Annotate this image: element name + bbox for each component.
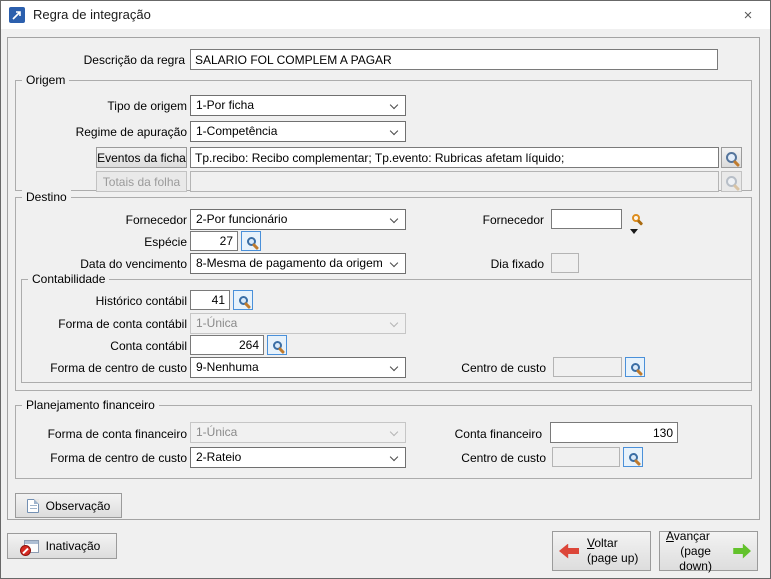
payslip-events-button[interactable]: Eventos da ficha bbox=[96, 147, 187, 168]
payroll-totals-search-button bbox=[721, 171, 742, 192]
chevron-down-icon bbox=[390, 428, 398, 436]
financial-cost-center-input bbox=[552, 447, 620, 467]
financial-account-mode-combobox: 1-Única bbox=[190, 422, 406, 443]
inactivation-icon bbox=[24, 540, 39, 553]
titlebar: Regra de integração × bbox=[1, 1, 770, 29]
origin-type-label: Tipo de origem bbox=[1, 98, 187, 114]
document-icon bbox=[27, 499, 39, 513]
inactivation-button[interactable]: Inativação bbox=[7, 533, 117, 559]
fixed-day-input bbox=[551, 253, 579, 273]
search-icon bbox=[273, 341, 282, 350]
chevron-down-icon bbox=[390, 215, 398, 223]
supplier-code-input[interactable] bbox=[551, 209, 622, 229]
payroll-totals-button: Totais da folha bbox=[96, 171, 187, 192]
account-mode-value: 1-Única bbox=[196, 316, 237, 330]
supplier-mode-label: Fornecedor bbox=[1, 212, 187, 228]
payslip-events-button-label: Eventos da ficha bbox=[97, 151, 186, 165]
financial-account-input[interactable] bbox=[550, 422, 678, 443]
financial-account-mode-value: 1-Única bbox=[196, 425, 237, 439]
cost-center-lookup-button[interactable] bbox=[625, 357, 645, 377]
cost-center-input bbox=[553, 357, 622, 377]
accounting-group-title: Contabilidade bbox=[28, 272, 109, 287]
supplier-lookup-button[interactable] bbox=[627, 209, 645, 227]
window-title: Regra de integração bbox=[33, 7, 151, 22]
search-icon bbox=[247, 237, 256, 246]
origin-type-value: 1-Por ficha bbox=[196, 98, 254, 112]
cost-center-mode-label: Forma de centro de custo bbox=[1, 360, 187, 376]
close-button[interactable]: × bbox=[734, 4, 762, 27]
back-button-label: Voltar bbox=[587, 536, 618, 551]
integration-rule-dialog: Regra de integração × Descrição da regra… bbox=[0, 0, 771, 579]
calc-regime-value: 1-Competência bbox=[196, 124, 277, 138]
chevron-down-icon bbox=[390, 101, 398, 109]
due-date-combobox[interactable]: 8-Mesma de pagamento da origem bbox=[190, 253, 406, 274]
financial-planning-group-title: Planejamento financeiro bbox=[22, 398, 159, 413]
search-icon bbox=[629, 453, 638, 462]
calc-regime-combobox[interactable]: 1-Competência bbox=[190, 121, 406, 142]
species-lookup-button[interactable] bbox=[241, 231, 261, 251]
supplier-code-label: Fornecedor bbox=[421, 212, 544, 228]
chevron-down-icon bbox=[390, 127, 398, 135]
calc-regime-label: Regime de apuração bbox=[1, 124, 187, 140]
cost-center-mode-combobox[interactable]: 9-Nenhuma bbox=[190, 357, 406, 378]
arrow-right-icon bbox=[733, 544, 751, 559]
chevron-down-icon bbox=[390, 453, 398, 461]
payroll-totals-button-label: Totais da folha bbox=[103, 175, 180, 189]
supplier-dropdown-arrow-icon[interactable] bbox=[630, 229, 638, 234]
account-mode-combobox: 1-Única bbox=[190, 313, 406, 334]
financial-cost-center-mode-label: Forma de centro de custo bbox=[1, 450, 187, 466]
financial-cost-center-label: Centro de custo bbox=[421, 450, 546, 466]
observation-button[interactable]: Observação bbox=[15, 493, 122, 518]
rule-description-label: Descrição da regra bbox=[1, 52, 185, 68]
forward-button[interactable]: Avançar (page down) bbox=[659, 531, 758, 571]
cost-center-label: Centro de custo bbox=[421, 360, 546, 376]
forward-button-label: Avançar bbox=[666, 529, 710, 544]
payslip-events-search-button[interactable] bbox=[721, 147, 742, 168]
app-icon bbox=[9, 7, 25, 23]
accounting-history-label: Histórico contábil bbox=[1, 293, 187, 309]
observation-button-label: Observação bbox=[46, 499, 111, 513]
species-input[interactable] bbox=[190, 231, 238, 251]
accounting-account-label: Conta contábil bbox=[1, 338, 187, 354]
due-date-value: 8-Mesma de pagamento da origem bbox=[196, 256, 383, 270]
chevron-down-icon bbox=[390, 319, 398, 327]
financial-account-label: Conta financeiro bbox=[416, 426, 542, 442]
origin-group-title: Origem bbox=[22, 73, 69, 88]
accounting-history-input[interactable] bbox=[190, 290, 230, 310]
inactivation-button-label: Inativação bbox=[46, 539, 101, 553]
financial-cost-center-mode-value: 2-Rateio bbox=[196, 450, 241, 464]
due-date-label: Data do vencimento bbox=[1, 256, 187, 272]
forward-button-sublabel: (page down) bbox=[666, 544, 725, 574]
species-label: Espécie bbox=[1, 234, 187, 250]
supplier-mode-combobox[interactable]: 2-Por funcionário bbox=[190, 209, 406, 230]
payroll-totals-input bbox=[190, 171, 719, 192]
financial-cost-center-lookup-button[interactable] bbox=[623, 447, 643, 467]
chevron-down-icon bbox=[390, 363, 398, 371]
back-button[interactable]: Voltar (page up) bbox=[552, 531, 651, 571]
supplier-mode-value: 2-Por funcionário bbox=[196, 212, 287, 226]
accounting-history-lookup-button[interactable] bbox=[233, 290, 253, 310]
cost-center-mode-value: 9-Nenhuma bbox=[196, 360, 259, 374]
origin-type-combobox[interactable]: 1-Por ficha bbox=[190, 95, 406, 116]
rule-description-input[interactable] bbox=[190, 49, 718, 70]
back-button-sublabel: (page up) bbox=[587, 551, 638, 566]
search-icon bbox=[632, 214, 640, 222]
financial-account-mode-label: Forma de conta financeiro bbox=[1, 426, 187, 442]
search-icon bbox=[239, 296, 248, 305]
arrow-left-icon bbox=[559, 544, 579, 559]
search-icon bbox=[726, 176, 737, 187]
search-icon bbox=[726, 152, 737, 163]
accounting-account-lookup-button[interactable] bbox=[267, 335, 287, 355]
search-icon bbox=[631, 363, 640, 372]
destination-group-title: Destino bbox=[22, 190, 71, 205]
accounting-account-input[interactable] bbox=[190, 335, 264, 355]
financial-cost-center-mode-combobox[interactable]: 2-Rateio bbox=[190, 447, 406, 468]
payslip-events-input[interactable] bbox=[190, 147, 719, 168]
chevron-down-icon bbox=[390, 259, 398, 267]
fixed-day-label: Dia fixado bbox=[421, 256, 544, 272]
account-mode-label: Forma de conta contábil bbox=[1, 316, 187, 332]
